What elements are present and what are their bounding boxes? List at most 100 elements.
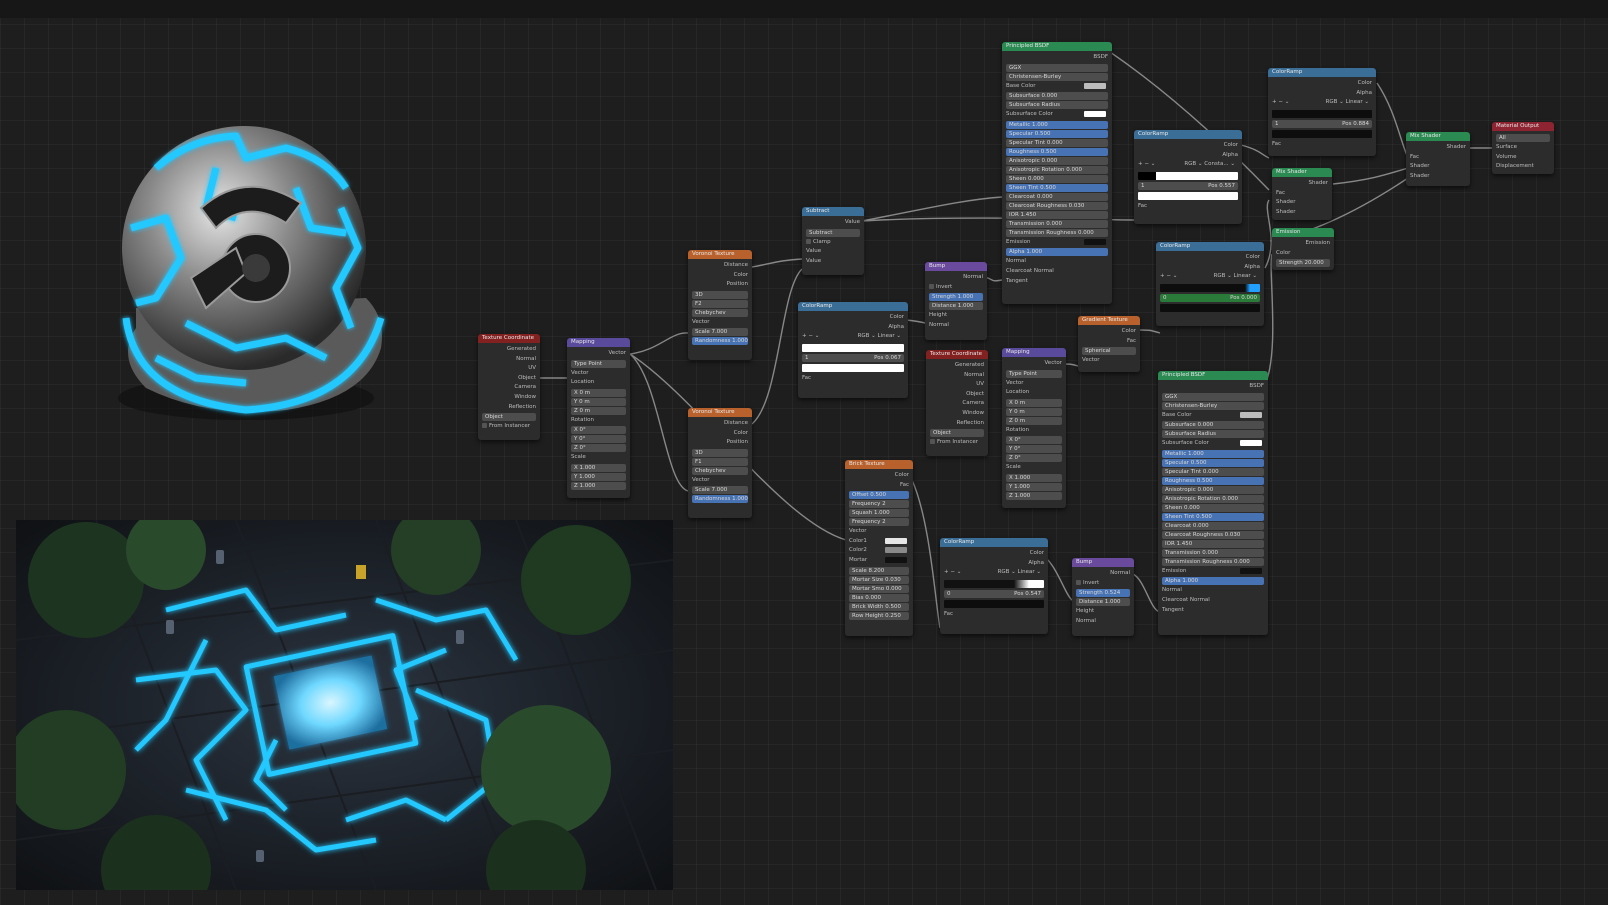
mortar-size-field[interactable]: Mortar Size 0.030 <box>849 575 909 584</box>
node-mix-shader[interactable]: Mix Shader Shader Fac Shader Shader <box>1272 168 1332 220</box>
node-mapping[interactable]: Mapping Vector Type Point Vector Locatio… <box>1002 348 1066 508</box>
node-header[interactable]: ColorRamp <box>940 538 1048 547</box>
node-header[interactable]: ColorRamp <box>798 302 908 311</box>
dimensions-select[interactable]: 3D <box>692 448 748 457</box>
bias-field[interactable]: Bias 0.000 <box>849 593 909 602</box>
scale-field[interactable]: Scale 7.000 <box>692 486 748 495</box>
randomness-field[interactable]: Randomness 1.000 <box>692 337 748 346</box>
transmission-field[interactable]: Transmission 0.000 <box>1162 548 1264 557</box>
mortar-smooth-field[interactable]: Mortar Smo 0.000 <box>849 584 909 593</box>
clearcoat-field[interactable]: Clearcoat 0.000 <box>1162 521 1264 530</box>
ramp-stop-color[interactable] <box>802 363 904 372</box>
color-ramp-bar[interactable] <box>944 579 1044 588</box>
color2-row[interactable]: Color2 <box>849 546 909 556</box>
distance-field[interactable]: Distance 1.000 <box>1076 598 1130 607</box>
node-header[interactable]: Principled BSDF <box>1002 42 1112 51</box>
gradient-type-select[interactable]: Spherical <box>1082 347 1136 356</box>
anisotropic-rotation-field[interactable]: Anisotropic Rotation 0.000 <box>1006 165 1108 174</box>
node-mapping[interactable]: Mapping Vector Type Point Vector Locatio… <box>567 338 630 498</box>
node-principled-bsdf[interactable]: Principled BSDF BSDF GGX Christensen-Bur… <box>1002 42 1112 304</box>
ramp-position[interactable]: 1 Pos 0.557 <box>1138 181 1238 190</box>
node-header[interactable]: Mix Shader <box>1406 132 1470 141</box>
subsurface-color-row[interactable]: Subsurface Color <box>1162 439 1264 449</box>
node-header[interactable]: Texture Coordinate <box>926 350 988 359</box>
color-ramp-bar[interactable] <box>1138 171 1238 180</box>
color-ramp-bar[interactable] <box>1272 109 1372 118</box>
node-colorramp[interactable]: ColorRamp Color Alpha + − ⌄ RGB ⌄ Linear… <box>1268 68 1376 156</box>
add-stop-icon[interactable]: + − ⌄ <box>944 569 961 575</box>
frequency-field[interactable]: Frequency 2 <box>849 500 909 509</box>
node-voronoi-texture[interactable]: Voronoi Texture Distance Color Position … <box>688 408 752 518</box>
transmission-field[interactable]: Transmission 0.000 <box>1006 219 1108 228</box>
node-header[interactable]: ColorRamp <box>1134 130 1242 139</box>
scale-y[interactable]: Y 1.000 <box>571 472 626 481</box>
sheen-field[interactable]: Sheen 0.000 <box>1162 503 1264 512</box>
emission-row[interactable]: Emission <box>1006 238 1108 248</box>
node-header[interactable]: Principled BSDF <box>1158 371 1268 380</box>
sheen-tint-field[interactable]: Sheen Tint 0.500 <box>1162 512 1264 521</box>
node-voronoi-texture[interactable]: Voronoi Texture Distance Color Position … <box>688 250 752 360</box>
color-ramp-bar[interactable] <box>802 343 904 352</box>
subsurface-radius-field[interactable]: Subsurface Radius <box>1162 430 1264 439</box>
subsurface-color-row[interactable]: Subsurface Color <box>1006 110 1108 120</box>
node-header[interactable]: ColorRamp <box>1156 242 1264 251</box>
scale-x[interactable]: X 1.000 <box>571 463 626 472</box>
rotation-z[interactable]: Z 0° <box>1006 454 1062 463</box>
clearcoat-field[interactable]: Clearcoat 0.000 <box>1006 192 1108 201</box>
clearcoat-roughness-field[interactable]: Clearcoat Roughness 0.030 <box>1162 530 1264 539</box>
node-header[interactable]: Mapping <box>567 338 630 347</box>
location-z[interactable]: Z 0 m <box>1006 416 1062 425</box>
transmission-roughness-field[interactable]: Transmission Roughness 0.000 <box>1162 557 1264 566</box>
ramp-controls[interactable]: + − ⌄ RGB ⌄ Linear ⌄ <box>802 332 904 342</box>
node-bump[interactable]: Bump Normal Invert Strength 0.524 Distan… <box>1072 558 1134 636</box>
rotation-y[interactable]: Y 0° <box>571 435 626 444</box>
rotation-y[interactable]: Y 0° <box>1006 445 1062 454</box>
alpha-field[interactable]: Alpha 1.000 <box>1162 577 1264 586</box>
metric-select[interactable]: Chebychev <box>692 466 748 475</box>
metric-select[interactable]: Chebychev <box>692 308 748 317</box>
node-header[interactable]: Bump <box>1072 558 1134 567</box>
specular-tint-field[interactable]: Specular Tint 0.000 <box>1162 467 1264 476</box>
sheen-field[interactable]: Sheen 0.000 <box>1006 174 1108 183</box>
node-bump[interactable]: Bump Normal Invert Strength 1.000 Distan… <box>925 262 987 340</box>
node-header[interactable]: Brick Texture <box>845 460 913 469</box>
subsurface-radius-field[interactable]: Subsurface Radius <box>1006 101 1108 110</box>
roughness-field[interactable]: Roughness 0.500 <box>1162 476 1264 485</box>
from-instancer-checkbox[interactable]: From Instancer <box>930 438 984 448</box>
node-header[interactable]: Mapping <box>1002 348 1066 357</box>
emission-row[interactable]: Emission <box>1162 567 1264 577</box>
distribution-select[interactable]: GGX <box>1162 392 1264 401</box>
node-gradient-texture[interactable]: Gradient Texture Color Fac Spherical Vec… <box>1078 316 1140 372</box>
node-header[interactable]: Voronoi Texture <box>688 408 752 417</box>
invert-checkbox[interactable]: Invert <box>1076 579 1130 589</box>
ramp-position[interactable]: 1 Pos 0.067 <box>802 353 904 362</box>
specular-field[interactable]: Specular 0.500 <box>1162 458 1264 467</box>
subsurface-method-select[interactable]: Christensen-Burley <box>1162 401 1264 410</box>
ramp-controls[interactable]: + − ⌄ RGB ⌄ Linear ⌄ <box>944 568 1044 578</box>
node-texture-coordinate[interactable]: Texture Coordinate Generated Normal UV O… <box>926 350 988 456</box>
ior-field[interactable]: IOR 1.450 <box>1162 539 1264 548</box>
ramp-position[interactable]: 1 Pos 0.884 <box>1272 119 1372 128</box>
ramp-controls[interactable]: + − ⌄ RGB ⌄ Consta... ⌄ <box>1138 160 1238 170</box>
ramp-stop-color[interactable] <box>1160 303 1260 312</box>
anisotropic-field[interactable]: Anisotropic 0.000 <box>1162 485 1264 494</box>
mortar-row[interactable]: Mortar <box>849 556 909 566</box>
subsurface-field[interactable]: Subsurface 0.000 <box>1006 92 1108 101</box>
node-emission[interactable]: Emission Emission Color Strength 20.000 <box>1272 228 1334 270</box>
strength-field[interactable]: Strength 0.524 <box>1076 589 1130 598</box>
object-picker[interactable]: Object <box>482 413 536 422</box>
node-header[interactable]: Voronoi Texture <box>688 250 752 259</box>
brick-width-field[interactable]: Brick Width 0.500 <box>849 602 909 611</box>
node-material-output[interactable]: Material Output All Surface Volume Displ… <box>1492 122 1554 174</box>
rotation-x[interactable]: X 0° <box>1006 436 1062 445</box>
node-subtract[interactable]: Subtract Value Subtract Clamp Value Valu… <box>802 207 864 275</box>
feature-select[interactable]: F1 <box>692 457 748 466</box>
location-z[interactable]: Z 0 m <box>571 406 626 415</box>
object-picker[interactable]: Object <box>930 429 984 438</box>
node-header[interactable]: Texture Coordinate <box>478 334 540 343</box>
randomness-field[interactable]: Randomness 1.000 <box>692 495 748 504</box>
ramp-stop-color[interactable] <box>1138 191 1238 200</box>
node-texture-coordinate[interactable]: Texture Coordinate Generated Normal UV O… <box>478 334 540 440</box>
ramp-position[interactable]: 0 Pos 0.000 <box>1160 293 1260 302</box>
node-colorramp[interactable]: ColorRamp Color Alpha + − ⌄ RGB ⌄ Linear… <box>940 538 1048 634</box>
